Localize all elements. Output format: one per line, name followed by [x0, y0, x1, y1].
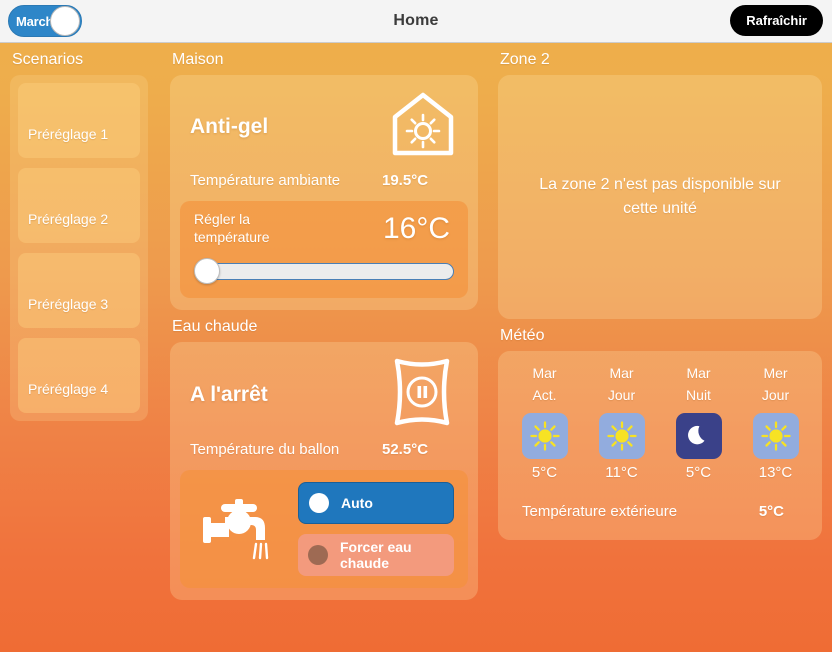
forecast-item-0: Mar Act. 5°C	[507, 363, 583, 481]
forecast-item-2: Mar Nuit 5°C	[661, 363, 737, 481]
radio-dot-force	[308, 545, 328, 565]
zone2-unavailable-message: La zone 2 n'est pas disponible sur cette…	[539, 176, 781, 217]
setpoint-row: Régler la température 16°C	[194, 211, 454, 246]
sidebar-title: Scenarios	[12, 51, 84, 68]
hot-water-control-panel: Auto Forcer eau chaude	[180, 470, 468, 588]
forecast-day-2: Mar	[686, 365, 711, 381]
setpoint-value: 16°C	[382, 211, 450, 245]
hot-water-card: A l'arrêt Température du ballon 52.5°C A…	[170, 342, 478, 600]
sun-icon	[521, 413, 568, 460]
sun-icon	[752, 413, 799, 460]
middle-column: Maison Anti-gel Température ambiante 19.…	[160, 43, 488, 652]
mode-button-force-label: Forcer eau chaude	[340, 539, 412, 571]
forecast-item-3: Mer Jour 13°C	[738, 363, 814, 481]
forecast-day-3: Mer	[763, 365, 788, 381]
forecast-part-1: Jour	[607, 386, 636, 403]
forecast-row: Mar Act. 5°C Mar Jour 11°C Mar Nuit 5°C …	[506, 363, 814, 481]
forecast-part-2: Nuit	[686, 386, 711, 403]
faucet-icon	[194, 496, 290, 562]
sidebar: Scenarios Préréglage 1 Préréglage 2 Prér…	[0, 43, 160, 652]
main-content: Scenarios Préréglage 1 Préréglage 2 Prér…	[0, 43, 832, 652]
ambient-temperature-value: 19.5°C	[382, 172, 429, 189]
mode-button-auto-label: Auto	[341, 495, 373, 511]
house-card: Anti-gel Température ambiante 19.5°C Rég…	[170, 75, 478, 310]
ambient-temperature-row: Température ambiante 19.5°C	[170, 168, 478, 201]
scenario-panel: Préréglage 1 Préréglage 2 Préréglage 3 P…	[10, 75, 148, 421]
forecast-temp-3: 13°C	[758, 464, 793, 482]
house-state-label: Anti-gel	[190, 114, 269, 138]
water-tank-pause-icon	[388, 356, 456, 433]
hot-water-mode-buttons: Auto Forcer eau chaude	[298, 482, 454, 576]
forecast-day-1: Mar	[609, 365, 634, 381]
moon-icon	[675, 413, 722, 460]
refresh-button[interactable]: Rafraîchir	[730, 5, 823, 36]
page-title: Home	[393, 12, 439, 29]
ambient-temperature-label: Température ambiante	[190, 172, 341, 189]
temperature-slider[interactable]	[194, 258, 454, 284]
zone2-section-title: Zone 2	[500, 51, 550, 68]
outdoor-temperature-value: 5°C	[758, 503, 784, 521]
mode-button-force-hot-water[interactable]: Forcer eau chaude	[298, 534, 454, 576]
outdoor-temperature-label: Température extérieure	[522, 503, 678, 521]
weather-section-title: Météo	[500, 327, 545, 344]
hot-water-section-title: Eau chaude	[172, 318, 258, 335]
top-bar: Marche Home Rafraîchir	[0, 0, 832, 43]
preset-button-2[interactable]: Préréglage 2	[18, 168, 140, 243]
forecast-day-0: Mar	[532, 365, 557, 381]
forecast-item-1: Mar Jour 11°C	[584, 363, 660, 481]
tank-temperature-value: 52.5°C	[382, 441, 429, 458]
mode-button-auto[interactable]: Auto	[298, 482, 454, 524]
house-card-header: Anti-gel	[170, 75, 478, 168]
forecast-temp-0: 5°C	[531, 464, 558, 482]
preset-button-3[interactable]: Préréglage 3	[18, 253, 140, 328]
weather-card: Mar Act. 5°C Mar Jour 11°C Mar Nuit 5°C …	[498, 351, 822, 541]
setpoint-label: Régler la température	[194, 211, 270, 245]
hot-water-card-header: A l'arrêt	[170, 342, 478, 437]
forecast-part-0: Act.	[532, 386, 557, 403]
zone2-card: La zone 2 n'est pas disponible sur cette…	[498, 75, 822, 319]
outdoor-temperature-row: Température extérieure 5°C	[506, 481, 814, 526]
radio-dot-auto	[309, 493, 329, 513]
forecast-temp-1: 11°C	[605, 464, 638, 482]
preset-button-1[interactable]: Préréglage 1	[18, 83, 140, 158]
slider-track[interactable]	[202, 262, 454, 280]
setpoint-panel: Régler la température 16°C	[180, 201, 468, 298]
hot-water-state-label: A l'arrêt	[190, 382, 268, 406]
preset-button-4[interactable]: Préréglage 4	[18, 338, 140, 413]
forecast-temp-2: 5°C	[685, 464, 712, 482]
sun-icon	[598, 413, 645, 460]
tank-temperature-label: Température du ballon	[190, 441, 340, 458]
tank-temperature-row: Température du ballon 52.5°C	[170, 437, 478, 470]
forecast-part-3: Jour	[761, 386, 790, 403]
slider-knob[interactable]	[194, 258, 220, 284]
house-section-title: Maison	[172, 51, 224, 68]
house-sun-icon	[390, 89, 456, 164]
right-column: Zone 2 La zone 2 n'est pas disponible su…	[488, 43, 832, 652]
